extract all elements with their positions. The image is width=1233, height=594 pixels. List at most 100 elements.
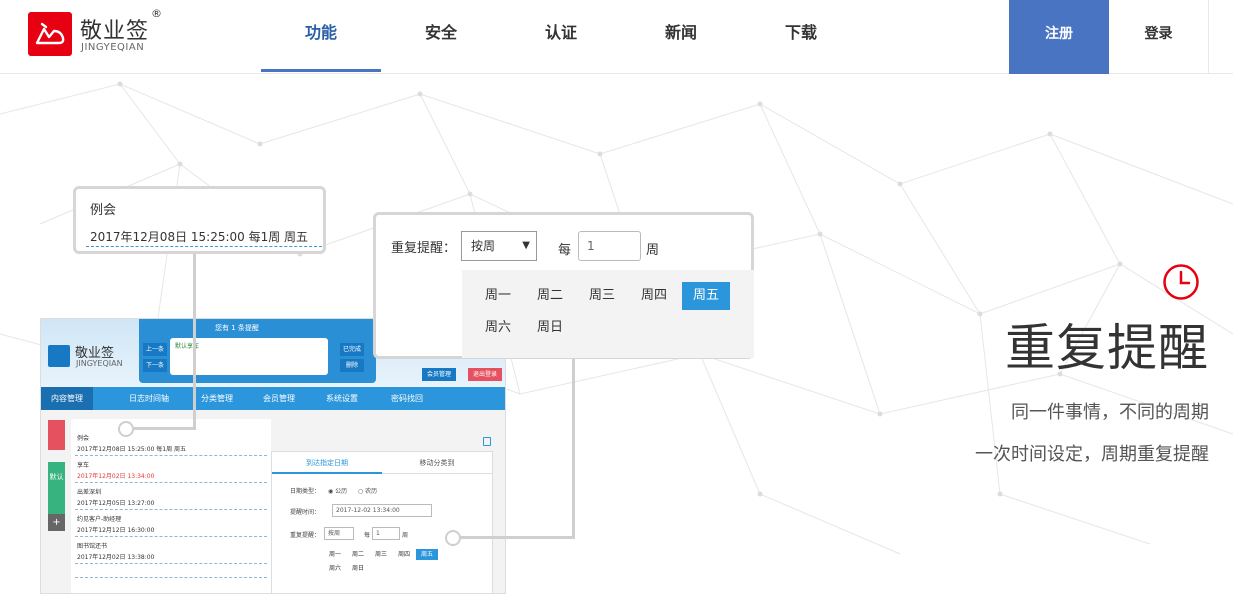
preview-form-tab-active: 到达指定日期 bbox=[272, 452, 382, 474]
preview-repeat-select: 按周 bbox=[324, 527, 354, 540]
connector-line bbox=[132, 427, 195, 430]
list-item: 例会 bbox=[77, 435, 90, 442]
connector-line bbox=[193, 254, 196, 430]
list-divider bbox=[75, 509, 267, 510]
day-option-sat[interactable]: 周六 bbox=[474, 314, 522, 342]
repeat-mode-value: 按周 bbox=[471, 239, 496, 253]
nav-certification[interactable]: 认证 bbox=[501, 0, 621, 72]
feature-description-2: 一次时间设定，周期重复提醒 bbox=[975, 444, 1209, 465]
preview-time-field: 2017-12-02 13:34:00 bbox=[332, 504, 432, 517]
list-divider bbox=[75, 455, 267, 456]
list-item-time: 2017年12月05日 13:27:00 bbox=[77, 500, 155, 507]
preview-calendar-icon bbox=[483, 437, 491, 446]
preview-alarm-tab bbox=[48, 420, 65, 450]
brand-name-en: JINGYEQIAN bbox=[81, 42, 145, 53]
list-item: 图书馆还书 bbox=[77, 543, 108, 550]
list-item-time: 2017年12月12日 16:30:00 bbox=[77, 527, 155, 534]
event-callout: 例会 2017年12月08日 15:25:00 每1周 周五 bbox=[73, 186, 326, 254]
repeat-mode-select[interactable]: 按周 ▼ bbox=[461, 231, 537, 261]
preview-day-thu: 周四 bbox=[397, 551, 410, 558]
list-item-time: 2017年12月08日 15:25:00 每1周 周五 bbox=[77, 446, 187, 453]
preview-add-tab: + bbox=[48, 514, 65, 531]
preview-unit-label: 周 bbox=[402, 532, 409, 539]
list-divider bbox=[75, 577, 267, 578]
preview-logout-button: 退出登录 bbox=[468, 368, 502, 381]
preview-day-wed: 周三 bbox=[374, 551, 387, 558]
preview-day-tue: 周二 bbox=[351, 551, 364, 558]
connector-dot bbox=[445, 530, 461, 546]
connector-line bbox=[460, 536, 575, 539]
connector-dot bbox=[118, 421, 134, 437]
preview-default-tab: 默认 bbox=[48, 462, 65, 514]
select-caret-icon: ▼ bbox=[522, 240, 530, 251]
nav-features[interactable]: 功能 bbox=[261, 0, 381, 72]
preview-member-button: 会员管理 bbox=[422, 368, 456, 381]
day-option-thu[interactable]: 周四 bbox=[630, 282, 678, 310]
preview-nav-timeline: 日志时间轴 bbox=[129, 394, 169, 403]
list-item: 享车 bbox=[77, 462, 90, 469]
preview-nav-settings: 系统设置 bbox=[326, 394, 358, 403]
preview-nav-category: 分类管理 bbox=[201, 394, 233, 403]
day-option-fri[interactable]: 周五 bbox=[682, 282, 730, 310]
preview-delete-button: 删除 bbox=[340, 359, 364, 372]
logo-icon[interactable] bbox=[28, 12, 72, 56]
preview-day-mon: 周一 bbox=[328, 551, 341, 558]
list-item-time: 2017年12月02日 13:38:00 bbox=[77, 554, 155, 561]
top-header: 敬业签 ® JINGYEQIAN 功能 安全 认证 新闻 下载 注册 登录 bbox=[0, 0, 1233, 74]
preview-brand-name-en: JINGYEQIAN bbox=[76, 359, 123, 368]
list-item-time: 2017年12月02日 13:34:00 bbox=[77, 473, 155, 480]
event-title: 例会 bbox=[90, 203, 117, 218]
brand-name[interactable]: 敬业签 bbox=[80, 13, 149, 45]
connector-line bbox=[572, 359, 575, 539]
list-divider bbox=[75, 482, 267, 483]
preview-form-tab: 移动分类到 bbox=[382, 452, 492, 474]
preview-nav-content: 内容管理 bbox=[41, 387, 93, 410]
clock-icon bbox=[1163, 264, 1199, 300]
list-item: 约见客户-助经理 bbox=[77, 516, 122, 523]
registered-mark: ® bbox=[151, 7, 162, 20]
weekday-picker: 周一 周二 周三 周四 周五 周六 周日 bbox=[462, 270, 754, 358]
preview-next-button: 下一条 bbox=[143, 359, 167, 372]
list-divider bbox=[75, 536, 267, 537]
preview-nav: 内容管理 日志时间轴 分类管理 会员管理 系统设置 密码找回 bbox=[41, 387, 505, 410]
preview-day-fri: 周五 bbox=[416, 549, 438, 560]
every-label: 每 bbox=[558, 243, 572, 258]
preview-reminder-panel: 您有 1 条提醒 默认享车 上一条 下一条 已完成 删除 bbox=[139, 319, 376, 383]
day-option-wed[interactable]: 周三 bbox=[578, 282, 626, 310]
day-option-sun[interactable]: 周日 bbox=[526, 314, 574, 342]
preview-radio-lunar: ○ 农历 bbox=[358, 488, 378, 495]
preview-prev-button: 上一条 bbox=[143, 343, 167, 356]
interval-input[interactable]: 1 bbox=[578, 231, 641, 261]
preview-logo-icon bbox=[48, 345, 70, 367]
preview-nav-password: 密码找回 bbox=[391, 394, 423, 403]
preview-every-label: 每 bbox=[364, 532, 371, 539]
day-option-mon[interactable]: 周一 bbox=[474, 282, 522, 310]
preview-radio-solar-label: 公历 bbox=[335, 488, 348, 495]
preview-reminder-form: 到达指定日期 移动分类到 日期类型： ◉ 公历 ○ 农历 提醒时间： 2017-… bbox=[271, 451, 493, 593]
repeat-label: 重复提醒： bbox=[391, 241, 457, 256]
feature-description-1: 同一件事情，不同的周期 bbox=[1011, 402, 1209, 423]
preview-radio-solar: ◉ 公历 bbox=[328, 488, 348, 495]
preview-day-sun: 周日 bbox=[351, 565, 364, 572]
nav-download[interactable]: 下载 bbox=[741, 0, 861, 72]
preview-repeat-label: 重复提醒： bbox=[290, 532, 321, 539]
preview-number-field: 1 bbox=[372, 527, 400, 540]
register-button[interactable]: 注册 bbox=[1009, 0, 1109, 74]
preview-done-button: 已完成 bbox=[340, 343, 364, 356]
nav-security[interactable]: 安全 bbox=[381, 0, 501, 72]
feature-title: 重复提醒 bbox=[1005, 319, 1209, 377]
preview-radio-lunar-label: 农历 bbox=[365, 488, 378, 495]
app-preview-screenshot: 敬业签 JINGYEQIAN 您有 1 条提醒 默认享车 上一条 下一条 已完成… bbox=[40, 318, 506, 594]
day-option-tue[interactable]: 周二 bbox=[526, 282, 574, 310]
list-item: 出差深圳 bbox=[77, 489, 102, 496]
login-button[interactable]: 登录 bbox=[1109, 0, 1209, 74]
list-divider bbox=[75, 563, 267, 564]
unit-label: 周 bbox=[646, 243, 660, 258]
preview-nav-member: 会员管理 bbox=[263, 394, 295, 403]
preview-note-list: 例会 2017年12月08日 15:25:00 每1周 周五 享车 2017年1… bbox=[71, 419, 271, 593]
repeat-reminder-callout: 重复提醒： 按周 ▼ 每 1 周 周一 周二 周三 周四 周五 周六 周日 bbox=[373, 212, 754, 359]
preview-day-sat: 周六 bbox=[328, 565, 341, 572]
nav-news[interactable]: 新闻 bbox=[621, 0, 741, 72]
preview-time-label: 提醒时间： bbox=[290, 509, 321, 516]
event-detail: 2017年12月08日 15:25:00 每1周 周五 bbox=[90, 230, 309, 244]
